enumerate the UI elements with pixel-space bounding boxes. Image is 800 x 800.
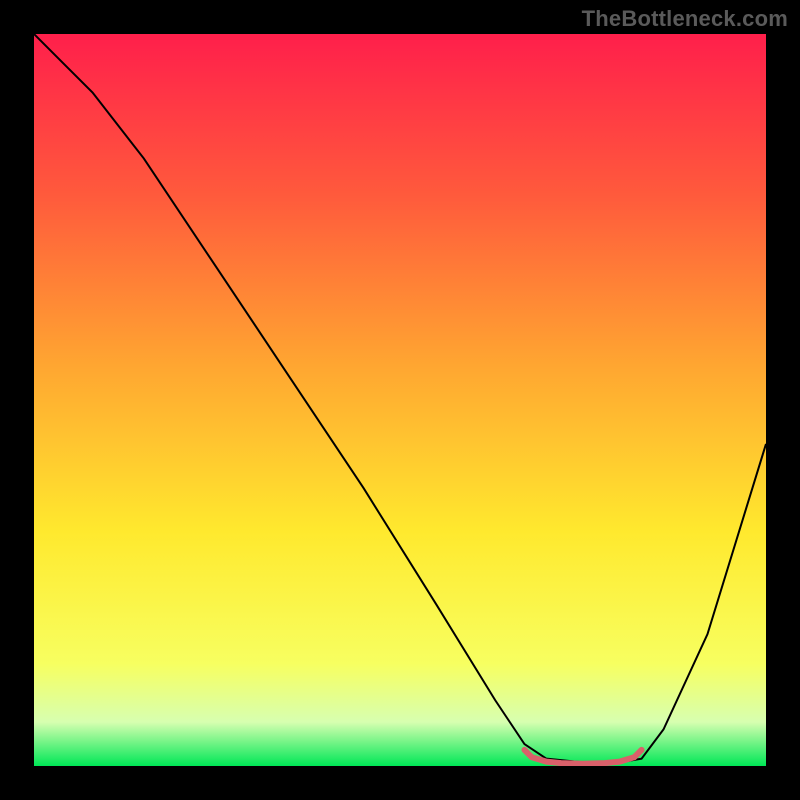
chart-svg [34,34,766,766]
chart-frame: TheBottleneck.com [0,0,800,800]
watermark-text: TheBottleneck.com [582,6,788,32]
gradient-fill [34,34,766,766]
plot-area [34,34,766,766]
